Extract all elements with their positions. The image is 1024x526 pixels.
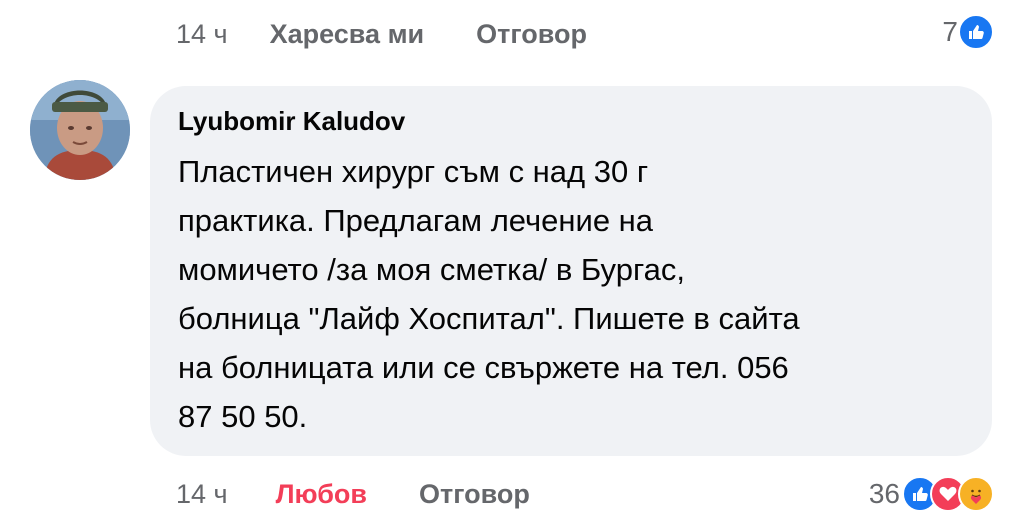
comment-bubble: Lyubomir Kaludov Пластичен хирург съм с … — [150, 86, 992, 456]
reaction-count: 36 — [868, 478, 900, 509]
comment-actions: 14 ч Любов Отговор — [176, 472, 530, 516]
previous-comment-reactions[interactable]: 7 — [942, 10, 994, 54]
reply-button[interactable]: Отговор — [476, 19, 587, 50]
comment-text-line: Пластичен хирург съм с над 30 г — [178, 154, 649, 189]
love-reaction-button[interactable]: Любов — [276, 479, 367, 510]
comment-author[interactable]: Lyubomir Kaludov — [178, 106, 964, 137]
comment-text-line: болница "Лайф Хоспитал". Пишете в сайта — [178, 301, 800, 336]
comment-text-line: на болницата или се свържете на тел. 056 — [178, 350, 789, 385]
comment-text: Пластичен хирург съм с над 30 г практика… — [178, 147, 978, 441]
care-icon — [958, 476, 994, 512]
reply-button[interactable]: Отговор — [419, 479, 530, 510]
previous-comment-time[interactable]: 14 ч — [176, 19, 228, 50]
comment-text-line: практика. Предлагам лечение на — [178, 203, 654, 238]
comment-reactions[interactable]: 36 — [869, 470, 994, 518]
comment-text-line: момичето /за моя сметка/ в Бургас, — [178, 252, 685, 287]
like-button[interactable]: Харесва ми — [270, 19, 425, 50]
like-icon — [958, 14, 994, 50]
reaction-count: 7 — [942, 16, 958, 47]
previous-comment-actions: 14 ч Харесва ми Отговор — [176, 14, 587, 54]
comment-text-line: 87 50 50. — [178, 399, 308, 434]
avatar[interactable] — [30, 80, 130, 180]
comment-time[interactable]: 14 ч — [176, 479, 228, 510]
